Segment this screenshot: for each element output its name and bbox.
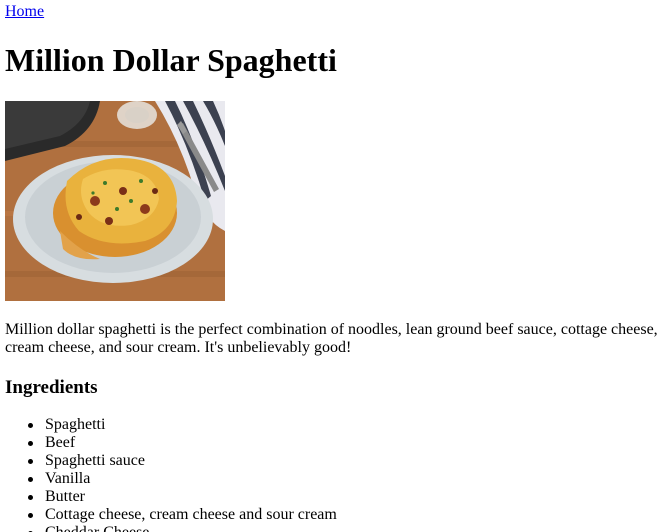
- ingredient-item: Spaghetti: [28, 416, 337, 434]
- recipe-image: [5, 101, 225, 301]
- home-link[interactable]: Home: [5, 3, 44, 21]
- ingredient-item: Vanilla: [28, 470, 337, 488]
- ingredient-item: Butter: [28, 488, 337, 506]
- page-title: Million Dollar Spaghetti: [5, 42, 337, 78]
- ingredient-item: Spaghetti sauce: [28, 452, 337, 470]
- ingredient-label: Beef: [45, 434, 76, 451]
- ingredient-item: Cottage cheese, cream cheese and sour cr…: [28, 506, 337, 524]
- ingredient-label: Vanilla: [45, 470, 91, 487]
- bullet-icon: [28, 459, 33, 464]
- bullet-icon: [28, 441, 33, 446]
- bullet-icon: [28, 495, 33, 500]
- ingredient-label: Cottage cheese, cream cheese and sour cr…: [45, 506, 337, 523]
- bullet-icon: [28, 477, 33, 482]
- bullet-icon: [28, 423, 33, 428]
- ingredients-heading: Ingredients: [5, 377, 98, 398]
- ingredient-label: Spaghetti: [45, 416, 106, 433]
- ingredient-label: Cheddar Cheese: [45, 524, 149, 532]
- bullet-icon: [28, 513, 33, 518]
- ingredient-label: Butter: [45, 488, 85, 505]
- ingredient-item: Beef: [28, 434, 337, 452]
- ingredient-item: Cheddar Cheese: [28, 524, 337, 532]
- ingredient-list: Spaghetti Beef Spaghetti sauce Vanilla B…: [5, 416, 337, 532]
- ingredient-label: Spaghetti sauce: [45, 452, 145, 469]
- recipe-description: Million dollar spaghetti is the perfect …: [5, 321, 658, 356]
